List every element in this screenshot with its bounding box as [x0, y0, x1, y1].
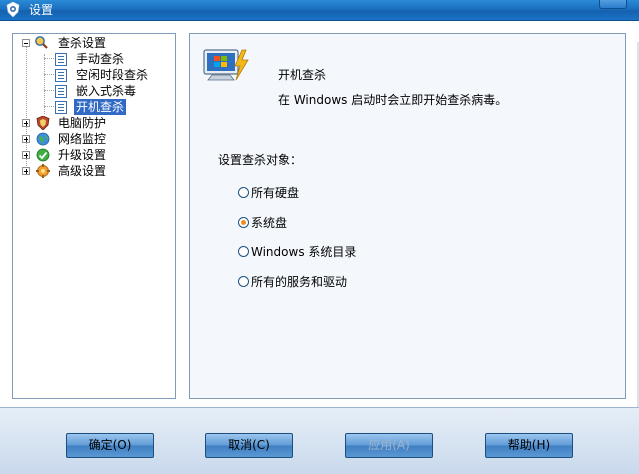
- tree-item-idle-scan[interactable]: 空闲时段查杀: [13, 67, 173, 83]
- close-button[interactable]: [599, 0, 627, 9]
- content-panel: 开机查杀 在 Windows 启动时会立即开始查杀病毒。 设置查杀对象： 所有硬…: [189, 33, 626, 399]
- expand-icon[interactable]: [22, 135, 30, 143]
- radio-button[interactable]: [238, 276, 249, 287]
- button-bar: 确定(O) 取消(C) 应用(A) 帮助(H): [0, 407, 639, 474]
- computer-lightning-icon: [203, 49, 249, 81]
- tree-item-scan-settings[interactable]: 查杀设置: [13, 35, 173, 51]
- tree-item-label: 手动查杀: [76, 52, 125, 66]
- window-title: 设置: [29, 3, 54, 17]
- shield-icon: [36, 116, 50, 130]
- settings-tree[interactable]: 查杀设置 手动查杀 空闲时段查杀 嵌入式杀毒 开机查杀 电脑防护 网络监控 升级…: [12, 33, 176, 399]
- tree-item-label: 空闲时段查杀: [76, 68, 149, 82]
- cancel-button[interactable]: 取消(C): [205, 433, 293, 458]
- document-icon: [55, 69, 67, 82]
- radio-label: 所有的服务和驱动: [251, 275, 348, 289]
- globe-icon: [36, 132, 50, 146]
- tree-item-manual-scan[interactable]: 手动查杀: [13, 51, 173, 67]
- radio-label: 系统盘: [251, 216, 288, 230]
- expand-icon[interactable]: [22, 167, 30, 175]
- magnifier-icon: [35, 36, 48, 49]
- ok-button[interactable]: 确定(O): [66, 433, 154, 458]
- tree-item-label: 电脑防护: [58, 116, 107, 130]
- page-description: 在 Windows 启动时会立即开始查杀病毒。: [278, 93, 508, 107]
- settings-window: 设置 查杀设置 手动查杀 空闲时段查杀 嵌入式杀毒 开机查杀 电脑防护 网络监控…: [0, 0, 639, 474]
- document-icon: [55, 101, 67, 114]
- tree-item-label: 高级设置: [58, 164, 107, 178]
- radio-label: 所有硬盘: [251, 186, 300, 200]
- tree-item-label: 网络监控: [58, 132, 107, 146]
- expand-icon[interactable]: [22, 151, 30, 159]
- tree-item-embedded-scan[interactable]: 嵌入式杀毒: [13, 83, 173, 99]
- apply-button[interactable]: 应用(A): [345, 433, 433, 458]
- advanced-icon: [36, 164, 50, 178]
- page-title: 开机查杀: [278, 68, 327, 82]
- title-bar[interactable]: 设置: [0, 0, 639, 21]
- tree-item-update-settings[interactable]: 升级设置: [13, 147, 173, 163]
- radio-button[interactable]: [238, 187, 249, 198]
- client-area: 查杀设置 手动查杀 空闲时段查杀 嵌入式杀毒 开机查杀 电脑防护 网络监控 升级…: [0, 21, 639, 428]
- tree-item-boot-scan[interactable]: 开机查杀: [13, 99, 173, 115]
- tree-item-advanced-settings[interactable]: 高级设置: [13, 163, 173, 179]
- tree-item-label: 嵌入式杀毒: [76, 84, 137, 98]
- update-icon: [36, 148, 50, 162]
- document-icon: [55, 85, 67, 98]
- section-label: 设置查杀对象：: [218, 153, 303, 167]
- tree-item-pc-protection[interactable]: 电脑防护: [13, 115, 173, 131]
- tree-item-network-monitor[interactable]: 网络监控: [13, 131, 173, 147]
- tree-item-label: 升级设置: [58, 148, 107, 162]
- radio-label: Windows 系统目录: [251, 245, 357, 259]
- tree-item-label: 开机查杀: [74, 99, 127, 115]
- document-icon: [55, 53, 67, 66]
- tree-item-label: 查杀设置: [58, 36, 107, 50]
- collapse-icon[interactable]: [22, 39, 30, 47]
- radio-button[interactable]: [238, 246, 249, 257]
- help-button[interactable]: 帮助(H): [485, 433, 573, 458]
- expand-icon[interactable]: [22, 119, 30, 127]
- shield-app-icon: [6, 2, 20, 17]
- radio-button[interactable]: [238, 217, 249, 228]
